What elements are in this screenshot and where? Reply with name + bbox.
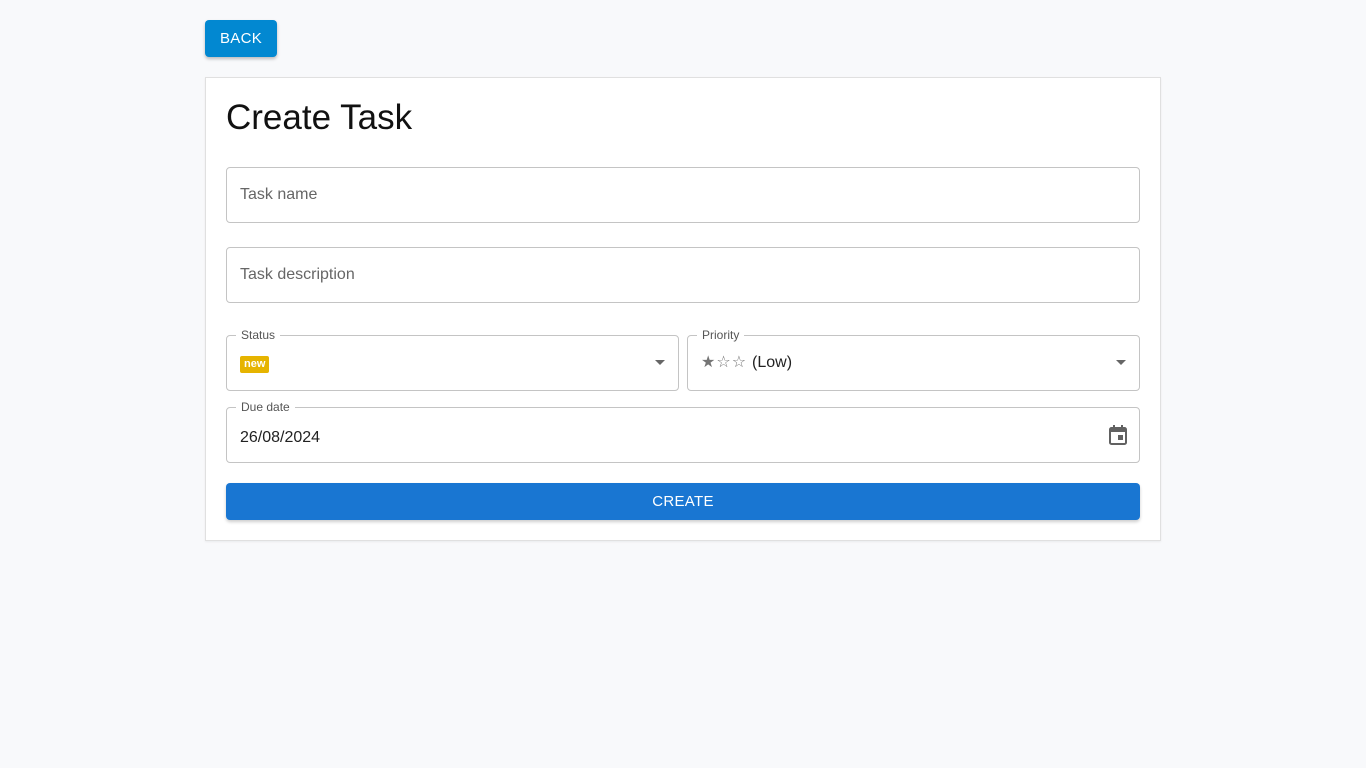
back-button[interactable]: BACK: [205, 20, 277, 57]
create-task-card: Create Task Status new Priority ★ ☆ ☆ (L…: [205, 77, 1161, 541]
task-name-field[interactable]: [226, 167, 1140, 223]
task-description-input[interactable]: [227, 248, 1139, 302]
chevron-down-icon[interactable]: [1116, 360, 1126, 365]
priority-value-text: (Low): [752, 354, 793, 371]
priority-value: ★ ☆ ☆ (Low): [701, 336, 792, 390]
page-title: Create Task: [226, 98, 413, 137]
due-date-value[interactable]: 26/08/2024: [240, 411, 320, 465]
status-badge: new: [240, 356, 270, 373]
status-select[interactable]: Status new: [226, 326, 679, 391]
status-label: Status: [236, 326, 281, 344]
priority-stars: ★ ☆ ☆: [701, 355, 746, 371]
chevron-down-icon[interactable]: [655, 360, 665, 365]
due-date-field[interactable]: Due date 26/08/2024: [226, 398, 1140, 465]
star-filled-icon: ★: [701, 354, 716, 371]
task-name-input[interactable]: [227, 168, 1139, 222]
create-button[interactable]: CREATE: [226, 483, 1140, 520]
star-empty-icon: ☆: [731, 354, 747, 371]
task-description-field[interactable]: [226, 247, 1140, 303]
calendar-icon[interactable]: [1108, 424, 1128, 446]
priority-select[interactable]: Priority ★ ☆ ☆ (Low): [687, 326, 1140, 391]
star-empty-icon: ☆: [716, 354, 731, 371]
